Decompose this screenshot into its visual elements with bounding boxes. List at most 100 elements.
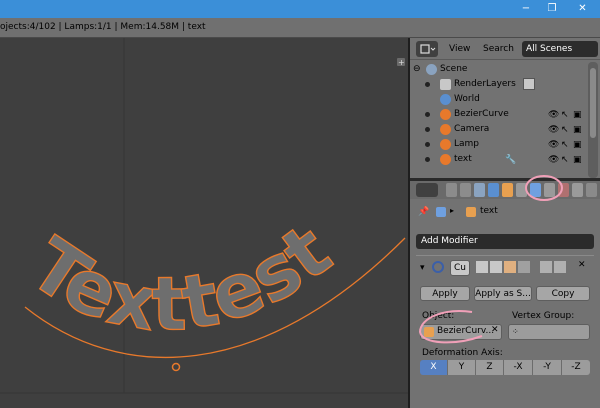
editor-type-icon[interactable] xyxy=(416,41,438,57)
renderlayers-tab-icon[interactable] xyxy=(460,183,471,197)
outliner-scrollbar[interactable] xyxy=(588,62,598,178)
search-menu[interactable]: Search xyxy=(483,41,514,57)
restore-button[interactable]: ❐ xyxy=(539,0,565,18)
scene-stats: ojects:4/102 | Lamps:1/1 | Mem:14.58M | … xyxy=(0,22,206,32)
cube-icon xyxy=(424,327,434,337)
camera-render-icon[interactable]: ▣ xyxy=(573,108,582,123)
apply-button[interactable]: Apply xyxy=(420,286,470,301)
copy-button[interactable]: Copy xyxy=(536,286,590,301)
scene-icon xyxy=(436,207,446,217)
render-toggle-icon[interactable] xyxy=(476,261,488,273)
info-header: ojects:4/102 | Lamps:1/1 | Mem:14.58M | … xyxy=(0,18,600,38)
move-down-icon[interactable] xyxy=(554,261,566,273)
expand-icon[interactable] xyxy=(425,157,430,162)
tree-item-camera[interactable]: Camera 👁 ↖ ▣ xyxy=(410,122,588,137)
context-path: 📌 ▸ text xyxy=(410,205,600,221)
text-object-icon xyxy=(440,154,451,165)
object-field[interactable]: BezierCurv... ✕ xyxy=(420,324,502,340)
expand-icon[interactable] xyxy=(425,127,430,132)
tree-item-beziercurve[interactable]: BezierCurve 👁 ↖ ▣ xyxy=(410,107,588,122)
add-modifier-select[interactable]: Add Modifier xyxy=(416,234,594,249)
render-tab-icon[interactable] xyxy=(446,183,457,197)
tree-item-world[interactable]: World xyxy=(410,92,588,107)
camera-render-icon[interactable]: ▣ xyxy=(573,153,582,168)
axis-y-button[interactable]: Y xyxy=(448,360,476,375)
render-layer-icon xyxy=(523,78,535,90)
camera-render-icon[interactable]: ▣ xyxy=(573,138,582,153)
3d-viewport[interactable]: Texttest + xyxy=(0,38,409,408)
axis-neg-y-button[interactable]: -Y xyxy=(533,360,562,375)
eye-icon[interactable]: 👁 xyxy=(548,123,559,138)
modifier-name-field[interactable]: Cu xyxy=(450,260,470,276)
cage-toggle-icon[interactable] xyxy=(518,261,530,273)
clear-icon[interactable]: ✕ xyxy=(491,325,499,335)
wrench-icon: 🔧 xyxy=(505,155,517,165)
tree-item-scene[interactable]: ⊖ Scene xyxy=(410,62,588,77)
camera-render-icon[interactable]: ▣ xyxy=(573,123,582,138)
object-origin[interactable] xyxy=(171,362,181,372)
scene-icon xyxy=(426,64,437,75)
data-tab-icon[interactable] xyxy=(544,183,555,197)
axis-x-button[interactable]: X xyxy=(420,360,448,375)
expand-icon[interactable] xyxy=(425,82,430,87)
editmode-toggle-icon[interactable] xyxy=(504,261,516,273)
deformation-axis-label: Deformation Axis: xyxy=(422,348,503,358)
expand-icon[interactable] xyxy=(425,142,430,147)
cube-icon xyxy=(466,207,476,217)
eye-icon[interactable] xyxy=(490,261,502,273)
close-button[interactable]: ✕ xyxy=(565,0,600,18)
display-mode-select[interactable]: All Scenes xyxy=(522,41,598,57)
axis-neg-x-button[interactable]: -X xyxy=(504,360,533,375)
minimize-button[interactable]: − xyxy=(513,0,539,18)
editor-type-icon[interactable] xyxy=(416,183,438,197)
wrench-icon[interactable] xyxy=(530,183,541,197)
collapse-icon[interactable]: ⊖ xyxy=(413,62,421,77)
axis-neg-z-button[interactable]: -Z xyxy=(562,360,590,375)
cursor-icon[interactable]: ↖ xyxy=(561,138,569,153)
collapse-icon[interactable]: ▾ xyxy=(420,263,425,273)
cursor-icon[interactable]: ↖ xyxy=(561,123,569,138)
tree-item-renderlayers[interactable]: RenderLayers xyxy=(410,77,588,92)
properties-tabs xyxy=(410,181,600,199)
object-label: Object: xyxy=(422,311,455,321)
outliner-tree: ⊖ Scene RenderLayers World BezierCurve 👁… xyxy=(410,62,588,178)
curve-text: Texttest xyxy=(15,208,347,348)
lamp-icon xyxy=(440,139,451,150)
cursor-icon[interactable]: ↖ xyxy=(561,153,569,168)
axis-z-button[interactable]: Z xyxy=(476,360,504,375)
svg-text:+: + xyxy=(398,58,405,67)
window-titlebar: − ❐ ✕ xyxy=(0,0,600,18)
scene-tab-icon[interactable] xyxy=(474,183,485,197)
tree-item-lamp[interactable]: Lamp 👁 ↖ ▣ xyxy=(410,137,588,152)
object-tab-icon[interactable] xyxy=(502,183,513,197)
viewport-canvas: Texttest + xyxy=(0,38,409,394)
cursor-icon[interactable]: ↖ xyxy=(561,108,569,123)
vertex-group-label: Vertex Group: xyxy=(512,311,575,321)
pin-icon[interactable]: 📌 xyxy=(418,207,429,217)
expand-icon[interactable] xyxy=(425,112,430,117)
world-tab-icon[interactable] xyxy=(488,183,499,197)
world-icon xyxy=(440,94,451,105)
texture-tab-icon[interactable] xyxy=(572,183,583,197)
close-icon[interactable]: ✕ xyxy=(578,260,586,270)
view-menu[interactable]: View xyxy=(449,41,470,57)
constraints-tab-icon[interactable] xyxy=(516,183,527,197)
camera-icon xyxy=(440,124,451,135)
apply-as-shape-button[interactable]: Apply as S... xyxy=(474,286,532,301)
vertex-group-field[interactable]: ⁘ xyxy=(508,324,590,340)
scrollbar-thumb[interactable] xyxy=(590,68,596,138)
eye-icon[interactable]: 👁 xyxy=(548,153,559,168)
chevron-right-icon: ▸ xyxy=(450,206,455,215)
curve-modifier-icon xyxy=(432,261,444,273)
material-tab-icon[interactable] xyxy=(558,183,569,197)
deformation-axis-group: X Y Z -X -Y -Z xyxy=(420,360,590,375)
physics-tab-icon[interactable] xyxy=(586,183,597,197)
outliner-panel: View Search All Scenes ⊖ Scene RenderLay… xyxy=(410,38,600,178)
eye-icon[interactable]: 👁 xyxy=(548,138,559,153)
vertex-group-icon: ⁘ xyxy=(512,327,519,336)
renderlayers-icon xyxy=(440,79,451,90)
tree-item-text[interactable]: text 🔧 👁 ↖ ▣ xyxy=(410,152,588,167)
curve-modifier-panel: ▾ Cu ✕ Apply Apply as S... Copy Object: … xyxy=(416,255,594,403)
eye-icon[interactable]: 👁 xyxy=(548,108,559,123)
move-up-icon[interactable] xyxy=(540,261,552,273)
